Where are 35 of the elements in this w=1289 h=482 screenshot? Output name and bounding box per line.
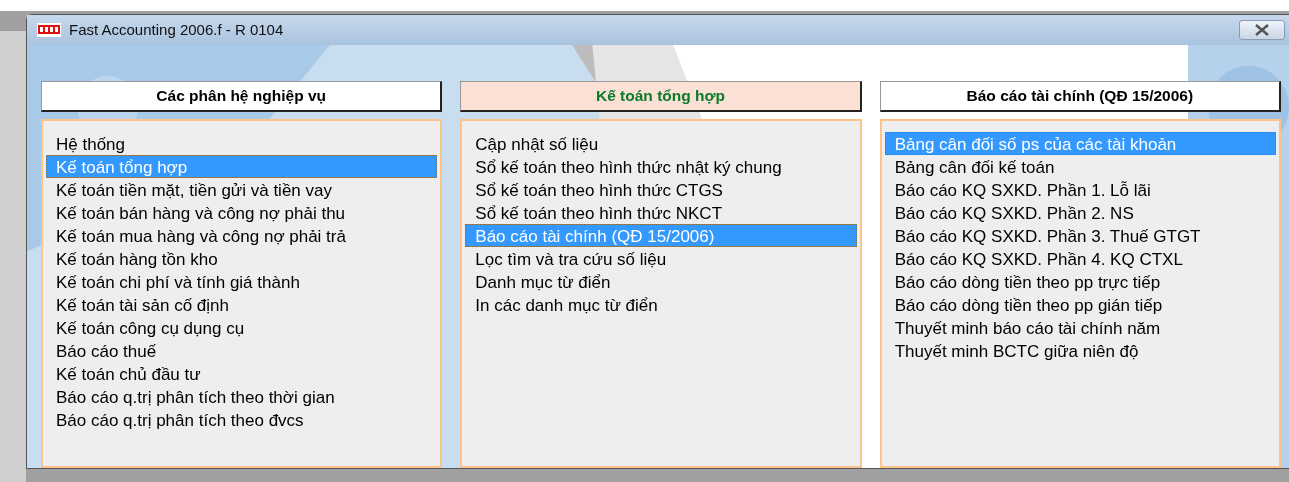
panel-header-button[interactable]: Kế toán tổng hợp bbox=[460, 81, 862, 112]
panel-header-button[interactable]: Báo cáo tài chính (QĐ 15/2006) bbox=[879, 81, 1281, 112]
menu-item[interactable]: Báo cáo KQ SXKD. Phần 4. KQ CTXL bbox=[884, 247, 1276, 270]
menu-item[interactable]: Danh mục từ điển bbox=[465, 270, 857, 293]
menu-item[interactable]: Cập nhật số liệu bbox=[465, 132, 857, 155]
menu-item[interactable]: Báo cáo dòng tiền theo pp gián tiếp bbox=[884, 293, 1276, 316]
window-title: Fast Accounting 2006.f - R 0104 bbox=[69, 19, 285, 40]
menu-item[interactable]: Kế toán hàng tồn kho bbox=[46, 247, 438, 270]
menu-item[interactable]: Thuyết minh BCTC giữa niên độ bbox=[884, 339, 1276, 362]
menu-item[interactable]: Sổ kế toán theo hình thức NKCT bbox=[465, 201, 857, 224]
menu-item[interactable]: Kế toán mua hàng và công nợ phải trả bbox=[46, 224, 438, 247]
menu-item[interactable]: Kế toán công cụ dụng cụ bbox=[46, 316, 438, 339]
menu-item[interactable]: Sổ kế toán theo hình thức nhật ký chung bbox=[465, 155, 857, 178]
menu-item[interactable]: Báo cáo KQ SXKD. Phần 3. Thuế GTGT bbox=[884, 224, 1276, 247]
menu-item[interactable]: Lọc tìm và tra cứu số liệu bbox=[465, 247, 857, 270]
menu-item[interactable]: Kế toán tài sản cố định bbox=[46, 293, 438, 316]
menu-item[interactable]: Báo cáo KQ SXKD. Phần 2. NS bbox=[884, 201, 1276, 224]
close-icon bbox=[1253, 24, 1271, 36]
menu-item[interactable]: Báo cáo KQ SXKD. Phần 1. Lỗ lãi bbox=[884, 178, 1276, 201]
menu-item[interactable]: Hệ thống bbox=[46, 132, 438, 155]
menu-item[interactable]: Báo cáo dòng tiền theo pp trực tiếp bbox=[884, 270, 1276, 293]
menu-item[interactable]: Kế toán bán hàng và công nợ phải thu bbox=[46, 201, 438, 224]
app-logo-icon bbox=[37, 23, 61, 37]
menu-item[interactable]: Bảng cân đối kế toán bbox=[884, 155, 1276, 178]
menu-item[interactable]: Kế toán chủ đầu tư bbox=[46, 362, 438, 385]
menu-item[interactable]: Báo cáo q.trị phân tích theo đvcs bbox=[46, 408, 438, 431]
menu-item[interactable]: Kế toán tiền mặt, tiền gửi và tiền vay bbox=[46, 178, 438, 201]
menu-item[interactable]: Kế toán chi phí và tính giá thành bbox=[46, 270, 438, 293]
menu-item[interactable]: Sổ kế toán theo hình thức CTGS bbox=[465, 178, 857, 201]
menu-item[interactable]: Báo cáo q.trị phân tích theo thời gian bbox=[46, 385, 438, 408]
menu-item[interactable]: In các danh mục từ điển bbox=[465, 293, 857, 316]
menu-item[interactable]: Thuyết minh báo cáo tài chính năm bbox=[884, 316, 1276, 339]
menu-item[interactable]: Báo cáo thuế bbox=[46, 339, 438, 362]
close-button[interactable] bbox=[1239, 20, 1285, 40]
panel-header-button[interactable]: Các phân hệ nghiệp vụ bbox=[41, 81, 443, 112]
